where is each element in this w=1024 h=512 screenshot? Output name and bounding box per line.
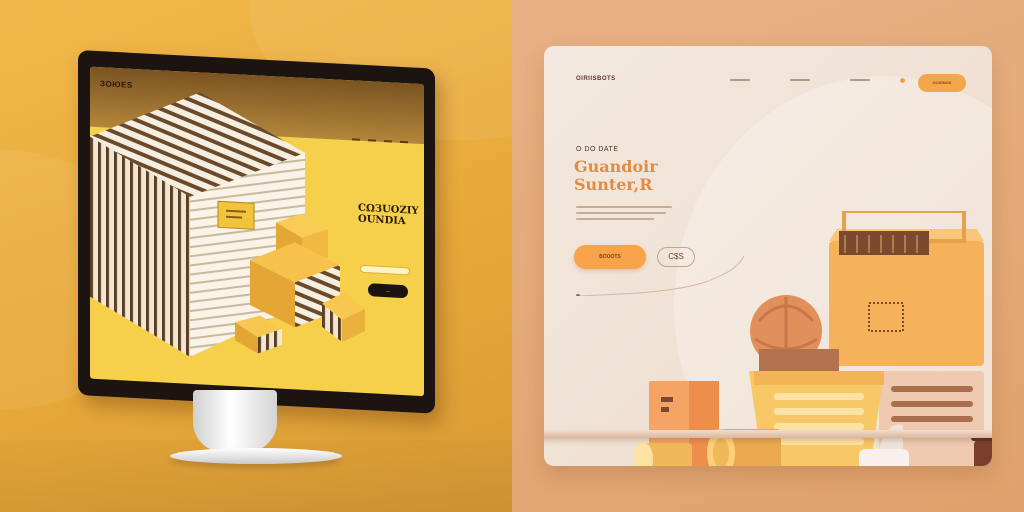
monitor-stand-neck: [193, 390, 277, 452]
header-cta-button[interactable]: OOIDNOS: [918, 74, 966, 92]
brand-logo[interactable]: OIRIISBOTS: [576, 76, 616, 82]
cart-dot-icon[interactable]: [900, 78, 905, 83]
left-panel: ЗOЮES CΩЗUOZIY OUNDIA —: [0, 0, 512, 512]
screen-nav-item[interactable]: [400, 140, 408, 144]
screen-headline: CΩЗUOZIY OUNDIA: [358, 202, 419, 228]
screen-nav-item[interactable]: [384, 140, 392, 143]
stripe-box-illustration: [90, 92, 365, 357]
nav-item[interactable]: [730, 79, 750, 81]
shelf: [544, 430, 992, 438]
monitor-screen: ЗOЮES CΩЗUOZIY OUNDIA —: [90, 66, 424, 397]
nav-item[interactable]: [790, 79, 810, 81]
hero-eyebrow: O DO DATE: [576, 146, 619, 153]
landing-card: OIRIISBOTS OOIDNOS O DO DATE Guandoir Su…: [544, 46, 992, 466]
screen-nav-item[interactable]: [368, 139, 376, 142]
right-panel: OIRIISBOTS OOIDNOS O DO DATE Guandoir Su…: [512, 0, 1024, 512]
screen-nav-item[interactable]: [352, 138, 360, 141]
monitor: ЗOЮES CΩЗUOZIY OUNDIA —: [78, 50, 435, 414]
product-shelf-illustration: [633, 211, 992, 466]
top-nav: [730, 79, 870, 81]
hero-title: Guandoir Sunter,R: [574, 157, 658, 194]
nav-item[interactable]: [850, 79, 870, 81]
monitor-stand-base: [170, 448, 342, 464]
screen-button[interactable]: —: [368, 283, 408, 299]
